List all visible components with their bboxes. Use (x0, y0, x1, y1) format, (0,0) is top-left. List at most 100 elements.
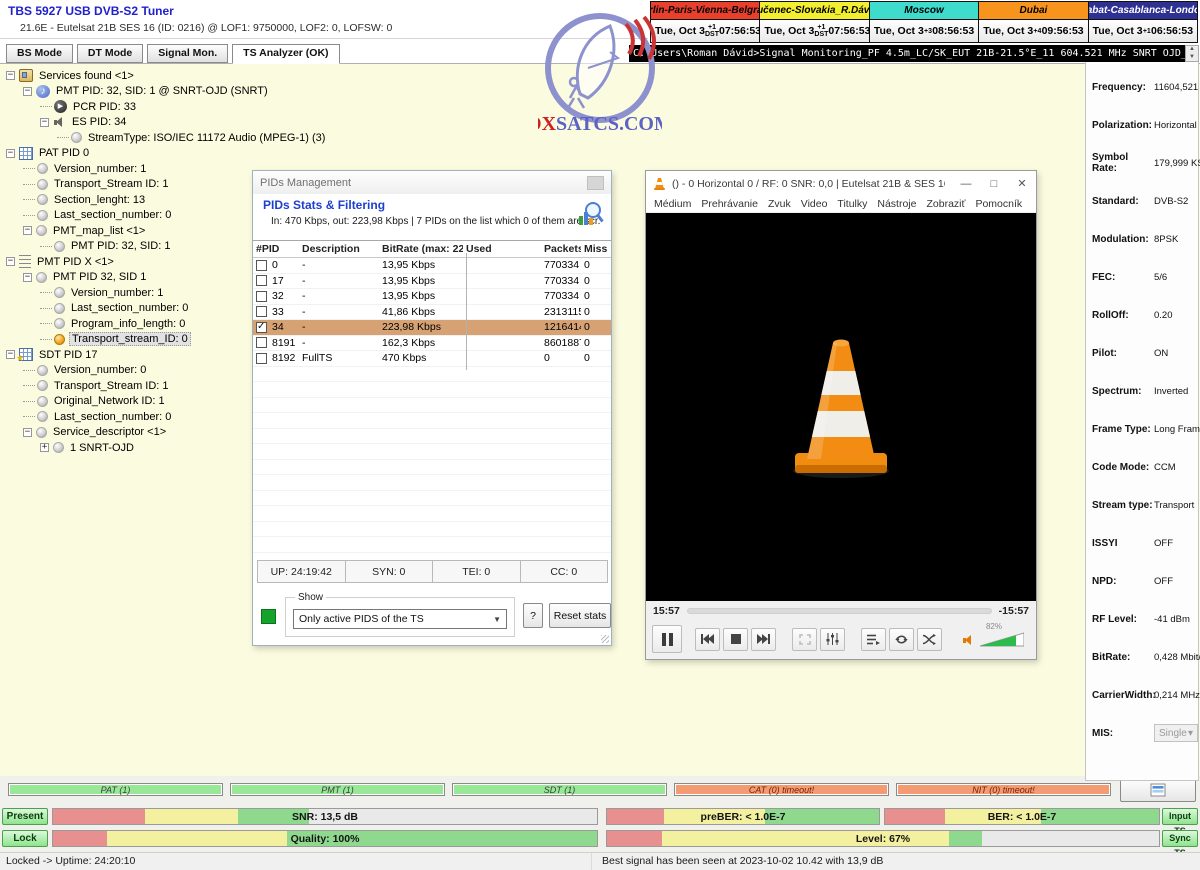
tree-label[interactable]: Program_info_length: 0 (69, 318, 187, 330)
tab-dt-mode[interactable]: DT Mode (77, 44, 143, 63)
tree-item[interactable]: Last_section_number: 0 (4, 208, 250, 224)
menu-titulky[interactable]: Titulky (837, 198, 867, 210)
column-header[interactable]: Missing (581, 243, 607, 255)
pid-table-row[interactable]: 8191-162,3 Kbps86018870 (253, 336, 611, 352)
reset-stats-button[interactable]: Reset stats (549, 603, 611, 628)
tree-item[interactable]: Last_section_number: 0 (4, 301, 250, 317)
tree-label[interactable]: PAT PID 0 (37, 147, 91, 159)
resize-grip[interactable] (601, 635, 609, 643)
tree-item[interactable]: − PMT PID X <1> (4, 254, 250, 270)
tree-label[interactable]: PMT PID: 32, SID: 1 @ SNRT-OJD (SNRT) (54, 85, 270, 97)
pid-checkbox[interactable] (256, 291, 267, 302)
tree-label[interactable]: StreamType: ISO/IEC 11172 Audio (MPEG-1)… (86, 132, 327, 144)
pid-table-row[interactable]: 34-223,98 Kbps121641400 (253, 320, 611, 336)
tree-label[interactable]: PMT PID: 32, SID: 1 (69, 240, 172, 252)
tree-label[interactable]: Transport_stream_ID: 0 (69, 332, 191, 346)
column-header[interactable]: Packets (541, 243, 581, 255)
speaker-icon[interactable] (963, 634, 976, 647)
menu-m-dium[interactable]: Médium (654, 198, 691, 210)
tree-label[interactable]: PMT_map_list <1> (51, 225, 147, 237)
help-button[interactable]: ? (523, 603, 543, 628)
pids-window-button[interactable] (587, 176, 604, 190)
collapse-icon[interactable]: − (6, 149, 15, 158)
tree-item[interactable]: PMT PID: 32, SID: 1 (4, 239, 250, 255)
tree-label[interactable]: SDT PID 17 (37, 349, 100, 361)
column-header[interactable]: Description (299, 243, 379, 255)
tree-item[interactable]: Version_number: 1 (4, 161, 250, 177)
playlist-button[interactable] (861, 628, 886, 651)
tree-label[interactable]: Last_section_number: 0 (52, 411, 173, 423)
search-chart-icon[interactable] (576, 200, 604, 233)
pid-table-row[interactable]: 32-13,95 Kbps7703340 (253, 289, 611, 305)
menu-pomocn-k[interactable]: Pomocník (975, 198, 1022, 210)
tab-signal-mon-[interactable]: Signal Mon. (147, 44, 228, 63)
tree-label[interactable]: ES PID: 34 (70, 116, 128, 128)
tree-label[interactable]: Last_section_number: 0 (69, 302, 190, 314)
collapse-icon[interactable]: − (23, 428, 32, 437)
tree-label[interactable]: Services found <1> (37, 70, 136, 82)
tree-label[interactable]: Section_lenght: 13 (52, 194, 147, 206)
tree-label[interactable]: Transport_Stream ID: 1 (52, 380, 171, 392)
tree-item[interactable]: −Service_descriptor <1> (4, 425, 250, 441)
tree-item[interactable]: Version_number: 0 (4, 363, 250, 379)
pid-checkbox[interactable] (256, 306, 267, 317)
tree-label[interactable]: 1 SNRT-OJD (68, 442, 136, 454)
tree-label[interactable]: PMT PID 32, SID 1 (51, 271, 148, 283)
volume-control[interactable]: 82% (963, 632, 1030, 647)
tree-item[interactable]: Section_lenght: 13 (4, 192, 250, 208)
collapse-icon[interactable]: − (23, 273, 32, 282)
expand-icon[interactable]: + (40, 443, 49, 452)
collapse-icon[interactable]: − (6, 350, 15, 359)
volume-slider[interactable] (980, 632, 1024, 647)
console-scrollbar[interactable]: ▲▼ (1185, 45, 1199, 62)
tree-label[interactable]: Version_number: 0 (52, 364, 148, 376)
pid-checkbox[interactable] (256, 322, 267, 333)
pids-window-titlebar[interactable]: PIDs Management (253, 171, 611, 194)
column-header[interactable]: BitRate (max: 223,98 Kb... (379, 243, 463, 255)
pid-checkbox[interactable] (256, 260, 267, 271)
tree-item[interactable]: − SDT PID 17 (4, 347, 250, 363)
scroll-up-icon[interactable]: ▲ (1189, 46, 1195, 53)
pid-checkbox[interactable] (256, 337, 267, 348)
tree-label[interactable]: PMT PID X <1> (35, 256, 116, 268)
tree-item[interactable]: − PMT_map_list <1> (4, 223, 250, 239)
close-icon[interactable]: ✕ (1015, 177, 1029, 190)
pid-table-row[interactable]: 17-13,95 Kbps7703340 (253, 274, 611, 290)
shuffle-button[interactable] (917, 628, 942, 651)
collapse-icon[interactable]: − (23, 87, 32, 96)
tree-item[interactable]: − PAT PID 0 (4, 146, 250, 162)
tree-item[interactable]: −ES PID: 34 (4, 115, 250, 131)
tab-ts-analyzer-ok-[interactable]: TS Analyzer (OK) (232, 44, 339, 64)
tree-item[interactable]: Version_number: 1 (4, 285, 250, 301)
column-header[interactable]: #PID (253, 243, 299, 255)
tree-item[interactable]: −Services found <1> (4, 68, 250, 84)
tab-bs-mode[interactable]: BS Mode (6, 44, 73, 63)
vlc-video-area[interactable] (646, 213, 1036, 601)
pid-checkbox[interactable] (256, 275, 267, 286)
mis-select[interactable]: Single▾ (1154, 724, 1198, 742)
menu-zvuk[interactable]: Zvuk (768, 198, 791, 210)
tree-item[interactable]: Transport_stream_ID: 0 (4, 332, 250, 348)
collapse-icon[interactable]: − (23, 226, 32, 235)
vlc-titlebar[interactable]: () - 0 Horizontal 0 / RF: 0 SNR: 0,0 | E… (646, 171, 1036, 196)
menu-prehr-vanie[interactable]: Prehrávanie (701, 198, 758, 210)
tree-item[interactable]: − PMT PID 32, SID 1 (4, 270, 250, 286)
tree-item[interactable]: Original_Network ID: 1 (4, 394, 250, 410)
console-command-line[interactable]: C:\Users\Roman Dávid>Signal Monitoring_P… (629, 45, 1185, 62)
pid-table-row[interactable]: 0-13,95 Kbps7703340 (253, 258, 611, 274)
tree-item[interactable]: Transport_Stream ID: 1 (4, 378, 250, 394)
tree-item[interactable]: +1 SNRT-OJD (4, 440, 250, 456)
tree-item[interactable]: −PMT PID: 32, SID: 1 @ SNRT-OJD (SNRT) (4, 84, 250, 100)
pid-checkbox[interactable] (256, 353, 267, 364)
stop-button[interactable] (723, 628, 748, 651)
loop-button[interactable] (889, 628, 914, 651)
maximize-icon[interactable]: □ (987, 178, 1001, 190)
tree-item[interactable]: Last_section_number: 0 (4, 409, 250, 425)
collapse-icon[interactable]: − (6, 257, 15, 266)
ts-services-button[interactable] (1120, 778, 1196, 802)
next-button[interactable] (751, 628, 776, 651)
tree-label[interactable]: Version_number: 1 (69, 287, 165, 299)
pid-table-row[interactable]: 33-41,86 Kbps23131150 (253, 305, 611, 321)
tree-label[interactable]: Original_Network ID: 1 (52, 395, 167, 407)
tree-label[interactable]: PCR PID: 33 (71, 101, 138, 113)
